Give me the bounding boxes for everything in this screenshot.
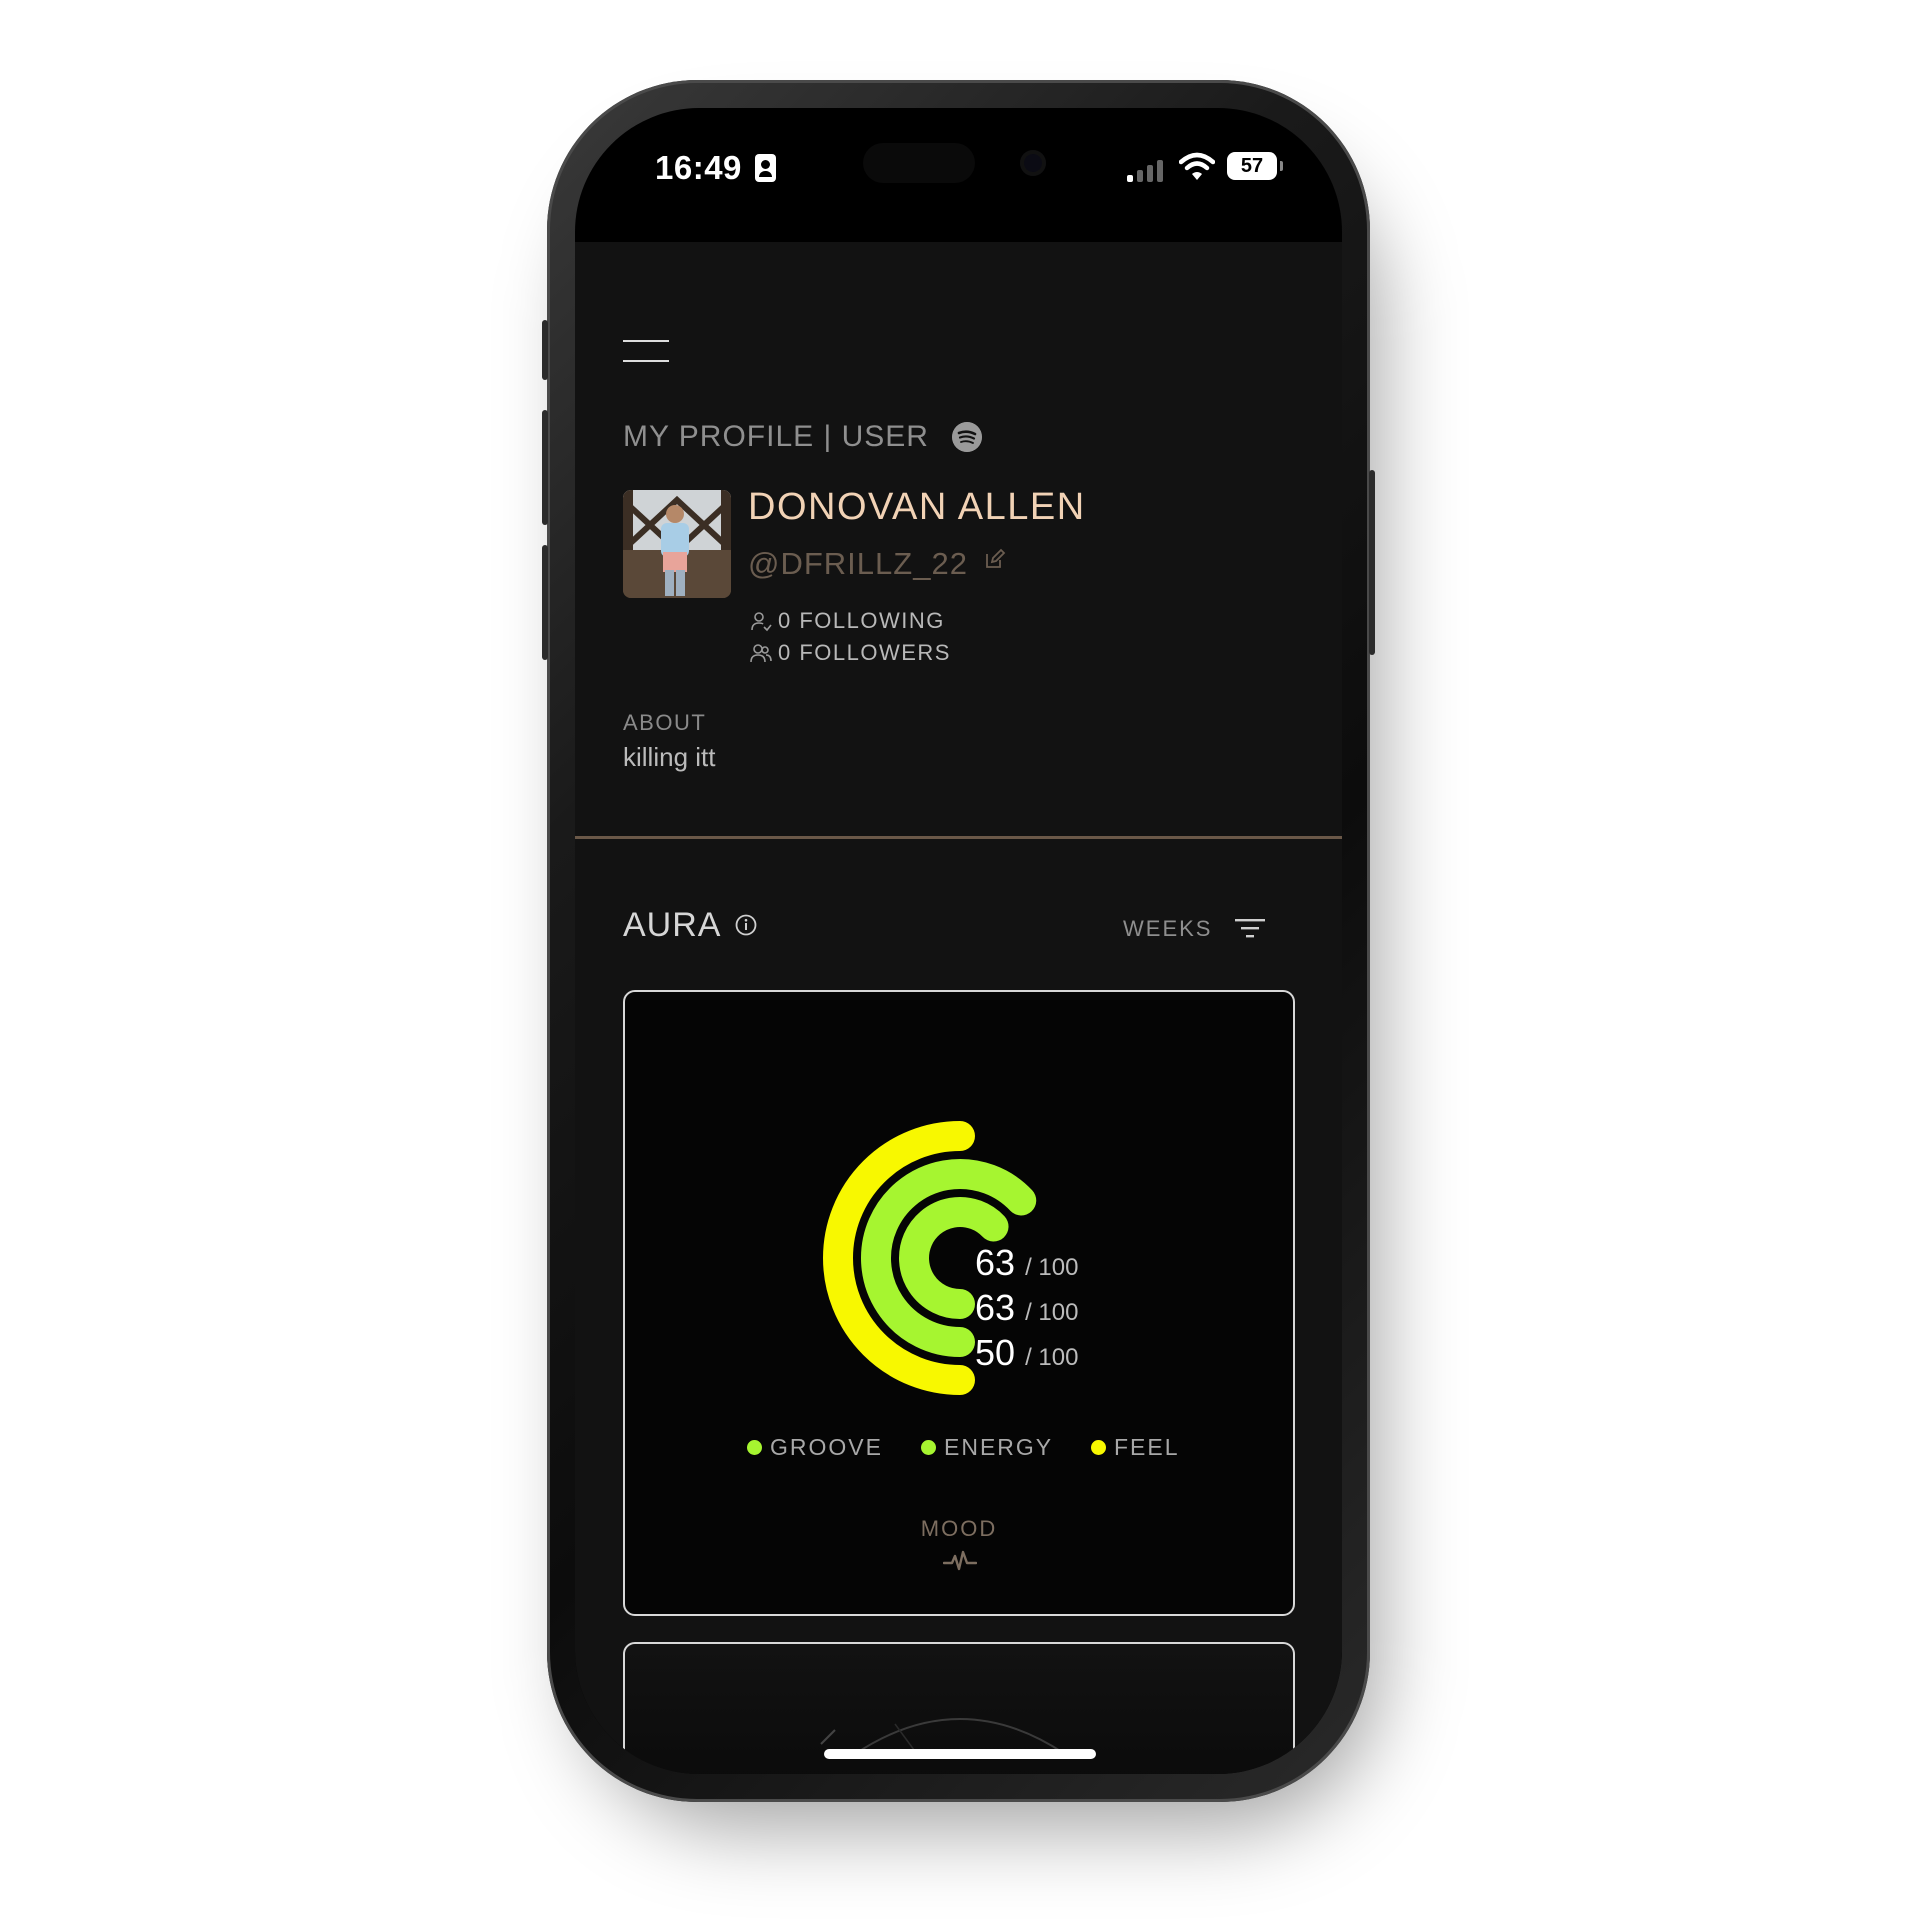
legend-feel: FEEL xyxy=(1091,1434,1180,1461)
aura-title: AURA xyxy=(623,906,722,944)
battery-icon: 57 xyxy=(1227,152,1283,180)
legend-groove: GROOVE xyxy=(747,1434,883,1461)
pulse-icon[interactable] xyxy=(943,1548,977,1574)
wifi-icon xyxy=(1179,152,1215,180)
user-name: DONOVAN ALLEN xyxy=(748,486,1086,528)
action-button xyxy=(542,320,548,380)
score-row-1: 63 / 100 xyxy=(975,1242,1078,1284)
user-handle: @DFRILLZ_22 xyxy=(748,546,968,581)
status-bar: 16:49 57 xyxy=(575,108,1342,236)
score-row-2: 63 / 100 xyxy=(975,1287,1078,1329)
score-value-3: 50 xyxy=(975,1332,1016,1373)
edit-icon[interactable] xyxy=(984,548,1006,570)
score-max-3: / 100 xyxy=(1025,1344,1079,1371)
score-max-2: / 100 xyxy=(1025,1299,1079,1326)
score-row-3: 50 / 100 xyxy=(975,1332,1078,1374)
aura-card: 63 / 100 63 / 100 50 / 100 GROOVE ENERGY xyxy=(623,990,1295,1616)
volume-up-button xyxy=(542,410,548,525)
legend-label-groove: GROOVE xyxy=(770,1434,883,1460)
about-label: ABOUT xyxy=(623,710,707,735)
following-label: 0 FOLLOWING xyxy=(778,608,945,633)
profile-screen: MY PROFILE | USER DONOVAN ALLEN @DFRILLZ… xyxy=(575,242,1342,1774)
volume-down-button xyxy=(542,545,548,660)
aura-rings-chart xyxy=(823,1121,1037,1395)
followers-icon xyxy=(750,644,772,663)
filter-icon[interactable] xyxy=(1235,916,1265,940)
front-camera xyxy=(1020,150,1046,176)
section-divider xyxy=(575,836,1342,839)
followers-count[interactable]: 0 FOLLOWERS xyxy=(750,640,951,666)
info-icon[interactable] xyxy=(735,914,757,936)
home-indicator[interactable] xyxy=(824,1749,1096,1759)
dynamic-island xyxy=(863,143,975,183)
about-text: killing itt xyxy=(623,742,716,772)
legend-dot-energy xyxy=(921,1440,936,1455)
hamburger-menu-icon[interactable] xyxy=(623,340,669,364)
score-max-1: / 100 xyxy=(1025,1254,1079,1281)
contact-card-icon xyxy=(755,154,776,182)
legend-label-energy: ENERGY xyxy=(944,1434,1054,1460)
following-icon xyxy=(751,612,772,632)
legend-energy: ENERGY xyxy=(921,1434,1053,1461)
followers-label: 0 FOLLOWERS xyxy=(778,640,951,665)
page-title: MY PROFILE | USER xyxy=(623,420,929,453)
power-button xyxy=(1369,470,1375,655)
legend-label-feel: FEEL xyxy=(1114,1434,1180,1460)
period-selector[interactable]: WEEKS xyxy=(1123,916,1212,942)
legend-dot-feel xyxy=(1091,1440,1106,1455)
legend-dot-groove xyxy=(747,1440,762,1455)
mood-label[interactable]: MOOD xyxy=(625,1516,1293,1542)
spotify-icon[interactable] xyxy=(952,422,982,452)
avatar[interactable] xyxy=(623,490,731,598)
following-count[interactable]: 0 FOLLOWING xyxy=(750,608,945,634)
score-value-1: 63 xyxy=(975,1242,1016,1283)
phone-screen: 16:49 57 MY PROFILE | USER DONOVAN ALLEN… xyxy=(575,108,1342,1774)
status-time: 16:49 xyxy=(655,149,742,186)
cellular-signal-icon xyxy=(1127,158,1167,182)
score-value-2: 63 xyxy=(975,1287,1016,1328)
